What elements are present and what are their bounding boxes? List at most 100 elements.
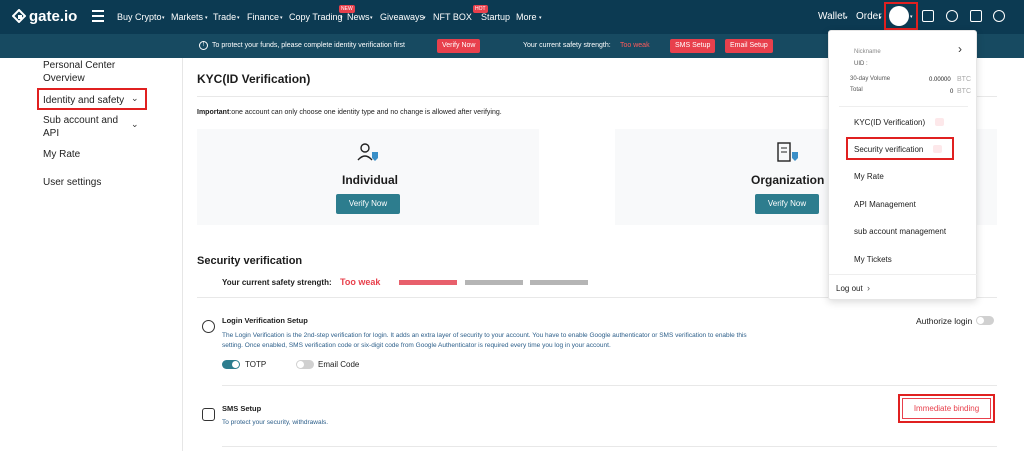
globe-icon[interactable] [993, 10, 1005, 22]
nav-trade[interactable]: Trade [213, 12, 236, 22]
total-value: 0 [950, 89, 954, 95]
strength-bar-2 [465, 280, 523, 285]
sidebar-item-overview[interactable]: Personal Center Overview [43, 59, 133, 85]
menu-item-api[interactable]: API Management [854, 200, 916, 209]
login-lock-icon [202, 320, 215, 333]
nav-buy-crypto[interactable]: Buy Crypto [117, 12, 162, 22]
menu-item-sub-account[interactable]: sub account management [854, 227, 946, 236]
strength-label: Your current safety strength: [222, 278, 332, 287]
total-unit: BTC [957, 88, 971, 95]
chevron-down-icon: ▾ [879, 15, 882, 21]
strength-value: Too weak [340, 277, 381, 287]
immediate-binding-button[interactable]: Immediate binding [902, 398, 991, 419]
nav-nft-box[interactable]: NFT BOX [433, 12, 472, 22]
login-verification-title: Login Verification Setup [222, 316, 308, 325]
chevron-down-icon: ▾ [539, 15, 542, 21]
security-title: Security verification [197, 255, 303, 267]
important-text: :one account can only choose one identit… [229, 109, 502, 116]
id-card-icon [935, 118, 944, 126]
new-badge: NEW [339, 5, 355, 13]
chevron-down-icon: ▾ [237, 15, 240, 21]
divider [222, 385, 997, 386]
nickname-label: Nickname [854, 49, 881, 55]
chevron-down-icon: ▾ [162, 15, 165, 21]
individual-verify-button[interactable]: Verify Now [336, 194, 400, 214]
sidebar-item-identity[interactable]: Identity and safety [43, 94, 124, 107]
support-icon[interactable] [946, 10, 958, 22]
nav-news[interactable]: News [347, 12, 370, 22]
sidebar-item-my-rate[interactable]: My Rate [43, 148, 80, 161]
avatar[interactable] [889, 6, 909, 26]
divider [829, 274, 978, 275]
kyc-important-note: Important:one account can only choose on… [197, 109, 502, 116]
kyc-title: KYC(ID Verification) [197, 72, 311, 86]
individual-card[interactable]: Individual Verify Now [197, 129, 539, 225]
strength-bar-1 [399, 280, 457, 285]
chevron-down-icon: ▾ [280, 15, 283, 21]
nav-startup[interactable]: Startup [481, 12, 510, 22]
chevron-right-icon: › [867, 283, 870, 293]
chevron-down-icon: ▾ [340, 15, 343, 21]
divider [839, 106, 968, 107]
security-menu-highlight [846, 137, 954, 160]
organization-verify-button[interactable]: Verify Now [755, 194, 819, 214]
gate-logo-icon[interactable] [12, 9, 26, 23]
important-label: Important [197, 109, 230, 116]
divider [222, 446, 997, 447]
individual-label: Individual [342, 173, 399, 187]
sidebar-item-user-settings[interactable]: User settings [43, 176, 101, 189]
chevron-down-icon[interactable]: ⌄ [131, 93, 139, 104]
download-icon[interactable] [970, 10, 982, 22]
organization-label: Organization [751, 173, 825, 187]
nav-copy-trading[interactable]: Copy Trading [289, 12, 343, 22]
login-verification-desc: The Login Verification is the 2nd-step v… [222, 332, 747, 349]
email-setup-button[interactable]: Email Setup [725, 39, 773, 53]
hamburger-menu-icon[interactable] [92, 10, 104, 22]
chevron-right-icon[interactable]: › [958, 42, 962, 56]
nav-markets[interactable]: Markets [171, 12, 203, 22]
hot-badge: HOT [473, 5, 488, 13]
notice-message: To protect your funds, please complete i… [212, 42, 405, 49]
totp-label: TOTP [245, 360, 267, 369]
nav-wallet[interactable]: Wallet [818, 11, 845, 22]
strength-bar-3 [530, 280, 588, 285]
info-icon: ! [199, 41, 208, 50]
gift-icon[interactable] [922, 10, 934, 22]
chevron-down-icon: ▾ [205, 15, 208, 21]
email-code-toggle[interactable] [296, 360, 314, 369]
individual-id-icon [357, 143, 378, 161]
authorize-login-label: Authorize login [916, 316, 973, 326]
notice-strength-label: Your current safety strength: [523, 42, 611, 49]
nav-giveaways[interactable]: Giveaways [380, 12, 424, 22]
phone-icon [202, 408, 215, 421]
top-navbar: gate.io Buy Crypto ▾ Markets ▾ Trade ▾ F… [0, 0, 1024, 34]
uid-label: UID : [854, 61, 868, 67]
menu-item-my-rate[interactable]: My Rate [854, 172, 884, 181]
email-code-label: Email Code [318, 360, 360, 369]
chevron-down-icon[interactable]: ⌄ [131, 119, 139, 130]
sms-setup-button[interactable]: SMS Setup [670, 39, 716, 53]
user-dropdown-menu: Nickname UID : › 30-day Volume 0.00000 B… [828, 30, 978, 300]
chevron-down-icon: ▾ [423, 15, 426, 21]
brand-logo-text[interactable]: gate.io [29, 8, 77, 25]
organization-building-icon [777, 142, 798, 162]
notice-strength-value: Too weak [620, 42, 650, 49]
chevron-down-icon: ▾ [845, 15, 848, 21]
chevron-down-icon: ▾ [910, 14, 913, 20]
sms-setup-desc: To protect your security, withdrawals. [222, 419, 329, 426]
volume-unit: BTC [957, 76, 971, 83]
total-label: Total [850, 87, 863, 93]
menu-item-tickets[interactable]: My Tickets [854, 255, 892, 264]
volume-label: 30-day Volume [850, 76, 891, 82]
notice-verify-button[interactable]: Verify Now [437, 39, 481, 53]
sidebar-item-sub-account[interactable]: Sub account and API [43, 114, 123, 140]
totp-toggle[interactable] [222, 360, 240, 369]
logout-link[interactable]: Log out [836, 284, 863, 293]
nav-more[interactable]: More [516, 12, 537, 22]
menu-item-kyc[interactable]: KYC(ID Verification) [854, 118, 925, 127]
nav-order[interactable]: Order [856, 11, 882, 22]
nav-finance[interactable]: Finance [247, 12, 279, 22]
authorize-login-toggle[interactable] [976, 316, 994, 325]
volume-value: 0.00000 [929, 77, 951, 83]
sms-setup-title: SMS Setup [222, 404, 262, 413]
